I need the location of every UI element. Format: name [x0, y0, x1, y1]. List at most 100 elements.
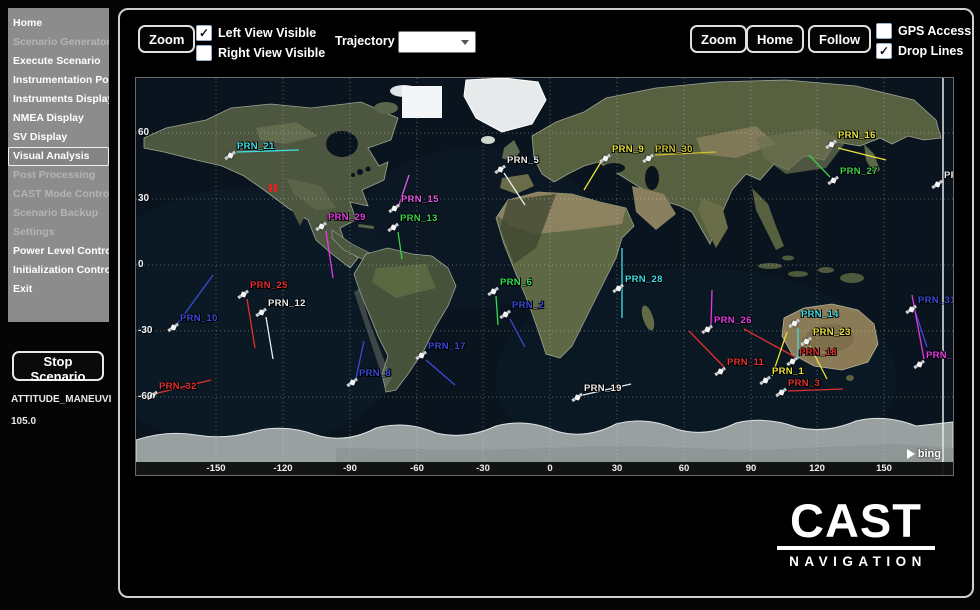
satellite-marker[interactable]: [238, 289, 248, 299]
satellite-label: PRN_30: [655, 144, 693, 155]
satellite-marker[interactable]: [347, 377, 357, 387]
satellite-marker[interactable]: [801, 336, 811, 346]
bing-attribution: bing: [907, 448, 941, 460]
satellite-marker[interactable]: [416, 350, 426, 360]
sidebar-item-instrumentation-port[interactable]: Instrumentation Port: [8, 71, 109, 90]
bing-label: bing: [918, 448, 941, 460]
satellite-label: PRN_19: [584, 383, 622, 394]
satellite-marker[interactable]: [826, 139, 836, 149]
cast-navigation-logo: CAST NAVIGATION: [777, 499, 935, 569]
sidebar-item-settings[interactable]: Settings: [8, 223, 109, 242]
satellite-marker[interactable]: [906, 304, 916, 314]
longitude-label: 150: [876, 463, 892, 474]
satellite-marker[interactable]: [787, 356, 797, 366]
longitude-label: -150: [206, 463, 225, 474]
satellite-marker[interactable]: [715, 366, 725, 376]
latitude-label: 0: [138, 259, 144, 270]
gps-access-label: GPS Access: [898, 24, 971, 38]
left-view-visible-row: ✓ Left View Visible: [196, 25, 316, 41]
satellite-marker[interactable]: [495, 164, 505, 174]
app-window: HomeScenario GeneratorExecute ScenarioIn…: [0, 0, 980, 610]
satellite-marker[interactable]: [225, 150, 235, 160]
satellite-marker[interactable]: [760, 375, 770, 385]
satellite-label: PRN_28: [625, 274, 663, 285]
satellite-label: PRN_13: [400, 213, 438, 224]
longitude-label: -30: [476, 463, 490, 474]
satellite-label: PRN_10: [180, 313, 218, 324]
satellite-marker[interactable]: [828, 175, 838, 185]
drop-lines-label: Drop Lines: [898, 44, 963, 58]
satellite-label: PRN_27: [840, 166, 878, 177]
home-button[interactable]: Home: [746, 25, 804, 53]
drop-lines-checkbox[interactable]: ✓: [876, 43, 892, 59]
satellite-marker[interactable]: [500, 309, 510, 319]
sidebar-item-visual-analysis[interactable]: Visual Analysis: [8, 147, 109, 166]
longitude-label: -120: [273, 463, 292, 474]
satellite-label: PRN_25: [250, 280, 288, 291]
sidebar-item-home[interactable]: Home: [8, 14, 109, 33]
gps-access-row: GPS Access: [876, 23, 971, 39]
longitude-label: 120: [809, 463, 825, 474]
zoom-left-button[interactable]: Zoom: [138, 25, 195, 53]
satellite-marker[interactable]: [914, 359, 924, 369]
sidebar-item-scenario-backup[interactable]: Scenario Backup: [8, 204, 109, 223]
sidebar-item-nmea-display[interactable]: NMEA Display: [8, 109, 109, 128]
satellite-marker[interactable]: [316, 221, 326, 231]
sidebar-item-instruments-display[interactable]: Instruments Display: [8, 90, 109, 109]
sidebar-item-scenario-generator[interactable]: Scenario Generator: [8, 33, 109, 52]
world-map-view[interactable]: PRN_21PRN_5PRN_9PRN_30PRN_16PRN_27PRNPRN…: [135, 77, 954, 476]
logo-cast-text: CAST: [777, 499, 935, 550]
left-view-visible-label: Left View Visible: [218, 26, 316, 40]
satellite-label: PRN_18: [799, 347, 837, 358]
sidebar-item-cast-mode-control[interactable]: CAST Mode Control: [8, 185, 109, 204]
satellite-marker[interactable]: [572, 392, 582, 402]
sidebar-item-execute-scenario[interactable]: Execute Scenario: [8, 52, 109, 71]
satellite-label: PRN_6: [500, 277, 532, 288]
satellite-label: PRN_2: [512, 300, 544, 311]
gps-access-checkbox[interactable]: [876, 23, 892, 39]
satellite-marker[interactable]: [388, 222, 398, 232]
sidebar-item-initialization-control[interactable]: Initialization Control: [8, 261, 109, 280]
sidebar-item-power-level-control[interactable]: Power Level Control: [8, 242, 109, 261]
satellite-marker[interactable]: [600, 153, 610, 163]
satellite-label: PRN_14: [801, 309, 839, 320]
longitude-label: 30: [612, 463, 623, 474]
chevron-down-icon: [461, 40, 469, 45]
sidebar-item-exit[interactable]: Exit: [8, 280, 109, 299]
satellite-label: PRN_9: [612, 144, 644, 155]
sidebar-item-post-processing[interactable]: Post Processing: [8, 166, 109, 185]
satellite-marker[interactable]: [389, 203, 399, 213]
satellite-marker[interactable]: [168, 322, 178, 332]
satellite-marker[interactable]: [488, 286, 498, 296]
stop-scenario-button[interactable]: Stop Scenario: [12, 351, 104, 381]
satellite-marker[interactable]: [613, 283, 623, 293]
satellite-label: PRN_29: [328, 212, 366, 223]
receiver-marker[interactable]: [267, 184, 279, 194]
satellite-label: PRN_16: [838, 130, 876, 141]
satellite-label: PRN_26: [714, 315, 752, 326]
satellite-label: PRN_5: [507, 155, 539, 166]
sidebar-item-sv-display[interactable]: SV Display: [8, 128, 109, 147]
right-view-visible-checkbox[interactable]: [196, 45, 212, 61]
drop-lines-row: ✓ Drop Lines: [876, 43, 963, 59]
right-view-visible-row: Right View Visible: [196, 45, 325, 61]
satellite-marker[interactable]: [776, 387, 786, 397]
trajectory-label: Trajectory: [335, 34, 395, 48]
trajectory-dropdown[interactable]: [398, 31, 476, 53]
bing-icon: [907, 449, 915, 459]
satellite-marker[interactable]: [932, 179, 942, 189]
longitude-label: -60: [410, 463, 424, 474]
follow-button[interactable]: Follow: [808, 25, 871, 53]
satellite-label: PRN_3: [788, 378, 820, 389]
satellite-label: PRN_12: [268, 298, 306, 309]
satellite-label: PRN_11: [727, 357, 764, 368]
sidebar: HomeScenario GeneratorExecute ScenarioIn…: [8, 8, 109, 322]
left-view-visible-checkbox[interactable]: ✓: [196, 25, 212, 41]
satellite-marker[interactable]: [789, 318, 799, 328]
zoom-right-button[interactable]: Zoom: [690, 25, 747, 53]
satellite-marker[interactable]: [702, 324, 712, 334]
satellite-marker[interactable]: [643, 153, 653, 163]
satellite-label: PRN_17: [428, 341, 466, 352]
longitude-axis: -150-120-90-60-300306090120150: [136, 462, 953, 475]
satellite-marker[interactable]: [256, 307, 266, 317]
